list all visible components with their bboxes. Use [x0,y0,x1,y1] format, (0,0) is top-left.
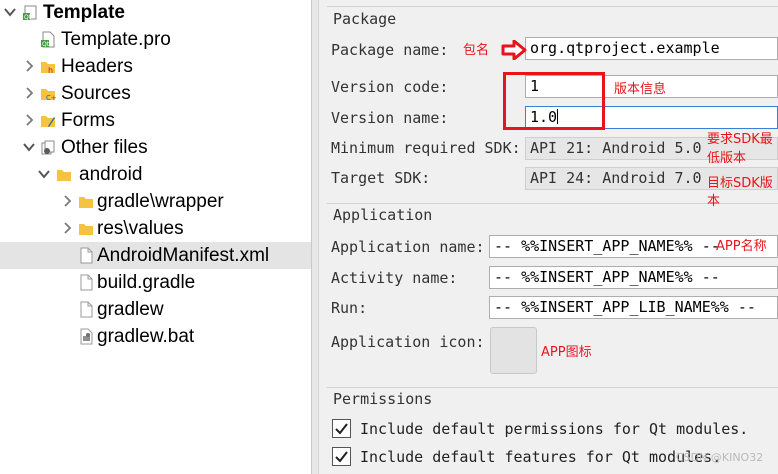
project-tree: Qt Template Qt Template.pro h Headers C+ Source… [0,0,311,474]
tree-item-android[interactable]: android [0,161,311,188]
tree-item-label: Other files [61,137,148,158]
tree-item-label: AndroidManifest.xml [97,245,270,266]
target-sdk-label: Target SDK: [331,169,431,187]
tree-item-template[interactable]: Qt Template [0,0,311,26]
default-features-label: Include default features for Qt modules. [360,448,722,466]
tree-item-label: Sources [61,83,131,104]
sources-folder-icon: C+ [40,85,57,102]
checkmark-icon [335,423,348,435]
tree-item-gradlew-bat[interactable]: gradlew.bat [0,323,311,350]
tree-item-label: Forms [61,110,115,131]
tree-item-build-gradle[interactable]: build.gradle [0,269,311,296]
min-sdk-label: Minimum required SDK: [331,139,521,157]
annotation-target-sdk-line2: 本 [707,194,721,209]
chevron-right-icon[interactable] [22,113,36,127]
package-group-frame [327,6,778,7]
tree-item-gradle-wrapper[interactable]: gradle\wrapper [0,188,311,215]
annotation-target-sdk-line1: 目标SDK版 [707,176,773,191]
red-arrow-icon [501,40,527,60]
chevron-down-icon[interactable] [3,5,17,19]
annotation-version-info: 版本信息 [614,82,667,97]
tree-item-gradlew[interactable]: gradlew [0,296,311,323]
tree-item-label: Template [43,2,126,23]
chevron-right-icon[interactable] [22,59,36,73]
file-icon [78,301,94,318]
annotation-app-icon: APP图标 [541,345,592,360]
tree-item-headers[interactable]: h Headers [0,53,311,80]
svg-text:Qt: Qt [24,14,32,21]
file-icon [78,274,94,291]
activity-name-field[interactable]: -- %%INSERT_APP_NAME%% -- [489,266,778,289]
forms-folder-icon [40,112,56,129]
default-permissions-checkbox[interactable] [332,419,351,438]
annotation-app-name: APP名称 [716,239,767,254]
default-features-checkbox[interactable] [332,447,351,466]
tree-item-forms[interactable]: Forms [0,107,311,134]
headers-folder-icon: h [40,58,56,75]
chevron-down-icon[interactable] [37,167,51,181]
watermark: CSDN @KINO32 [676,451,764,464]
tree-item-label: Headers [61,56,133,77]
tree-item-label: gradlew.bat [97,326,195,347]
run-label: Run: [331,299,368,317]
version-name-label: Version name: [331,109,449,127]
chevron-right-icon[interactable] [60,221,74,235]
app-icon-label: Application icon: [331,333,485,351]
svg-text:Qt: Qt [42,41,50,48]
tree-item-label: android [79,164,143,185]
tree-item-template-pro[interactable]: Qt Template.pro [0,26,311,53]
folder-icon [78,220,94,237]
chevron-down-icon[interactable] [22,140,36,154]
tree-item-label: gradle\wrapper [97,191,224,212]
svg-text:h: h [48,66,53,75]
chevron-right-icon[interactable] [60,194,74,208]
application-group-title: Application [333,206,433,224]
package-group-title: Package [333,10,397,28]
checkmark-icon [335,451,348,463]
svg-text:C+: C+ [46,94,56,102]
app-name-label: Application name: [331,238,485,256]
annotation-package-name: 包名 [463,43,490,58]
permissions-group-frame [327,387,778,388]
annotation-min-sdk-line2: 低版本 [707,151,747,166]
activity-name-label: Activity name: [331,269,458,287]
tree-item-label: res\values [97,218,184,239]
tree-item-label: build.gradle [97,272,196,293]
version-code-label: Version code: [331,78,449,96]
tree-item-label: gradlew [97,299,164,320]
chevron-right-icon[interactable] [22,86,36,100]
project-icon: Qt [22,4,38,21]
version-highlight-box [503,72,605,130]
tree-item-other-files[interactable]: Other files [0,134,311,161]
bat-file-icon [78,328,94,345]
package-name-label: Package name: [331,41,449,59]
default-permissions-label: Include default permissions for Qt modul… [360,420,749,438]
run-select[interactable]: -- %%INSERT_APP_LIB_NAME%% -- [489,296,778,319]
annotation-min-sdk-line1: 要求SDK最 [707,132,773,147]
pro-file-icon: Qt [40,31,56,48]
app-icon-button[interactable] [490,327,537,374]
folder-icon [56,166,72,183]
tree-item-res-values[interactable]: res\values [0,215,311,242]
folder-icon [78,193,94,210]
tree-item-sources[interactable]: C+ Sources [0,80,311,107]
splitter-handle[interactable] [311,0,319,474]
package-name-field[interactable]: org.qtproject.example [525,37,778,60]
other-files-icon [40,139,56,156]
tree-item-androidmanifest-xml[interactable]: AndroidManifest.xml [0,242,311,269]
tree-item-label: Template.pro [61,29,171,50]
permissions-group-title: Permissions [333,390,433,408]
file-icon [78,247,94,264]
